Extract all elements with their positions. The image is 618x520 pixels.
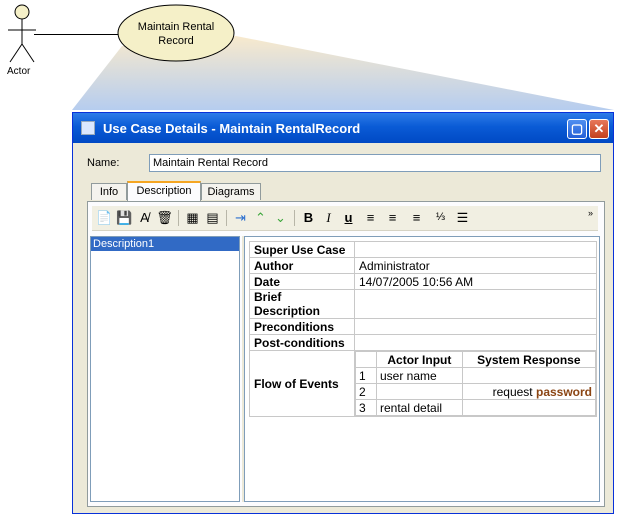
align-right-icon[interactable]: ≡ <box>408 209 425 226</box>
system-response-cell[interactable]: request password <box>461 383 597 400</box>
use-case-details-window: Use Case Details - Maintain RentalRecord… <box>72 112 614 514</box>
association-line <box>34 34 118 35</box>
author-value[interactable]: Administrator <box>354 257 597 274</box>
author-label: Author <box>249 257 355 274</box>
tab-description[interactable]: Description <box>127 181 201 201</box>
save-icon[interactable]: 💾 <box>116 209 133 226</box>
new-doc-icon[interactable]: 📄 <box>96 209 113 226</box>
details-table: Super Use Case Author Administrator Date… <box>249 241 597 417</box>
tab-info[interactable]: Info <box>91 183 127 200</box>
bullet-list-icon[interactable]: ☰ <box>454 209 471 226</box>
toolbar-separator <box>226 210 227 226</box>
preconditions-label: Preconditions <box>249 318 355 335</box>
step-number: 1 <box>355 367 377 384</box>
brief-description-label: Brief Description <box>249 289 355 319</box>
bold-icon[interactable]: B <box>300 209 317 226</box>
list-item[interactable]: Description1 <box>91 237 239 251</box>
delete-icon[interactable]: 🗑 <box>156 209 173 226</box>
step-number: 2 <box>355 383 377 400</box>
insert-row-icon[interactable]: ⇥ <box>232 209 249 226</box>
flow-table: Actor Input System Response 1 user name … <box>355 351 597 416</box>
close-button[interactable]: ✕ <box>589 119 609 139</box>
italic-icon[interactable]: I <box>320 209 337 226</box>
response-text: request <box>492 384 533 399</box>
postconditions-value[interactable] <box>354 334 597 351</box>
description-panel: 📄 💾 A̸ 🗑 ▦ ▤ ⇥ ⌃ ⌄ B I u ≡ ≡ ≡ ⅓ ☰ » Des… <box>87 201 605 507</box>
insert-table-icon[interactable]: ▦ <box>184 209 201 226</box>
system-response-header: System Response <box>461 351 597 368</box>
spell-check-icon[interactable]: A̸ <box>136 209 153 226</box>
move-down-icon[interactable]: ⌄ <box>272 209 289 226</box>
super-use-case-label: Super Use Case <box>249 241 355 258</box>
align-center-icon[interactable]: ≡ <box>384 209 401 226</box>
system-response-cell[interactable] <box>461 399 597 416</box>
actor-input-cell[interactable] <box>376 383 463 400</box>
flow-header-number <box>355 351 377 368</box>
name-input[interactable]: Maintain Rental Record <box>149 154 601 172</box>
usecase-name: Maintain Rental Record <box>137 21 215 47</box>
maximize-button[interactable]: ▢ <box>567 119 587 139</box>
step-number: 3 <box>355 399 377 416</box>
editor-toolbar: 📄 💾 A̸ 🗑 ▦ ▤ ⇥ ⌃ ⌄ B I u ≡ ≡ ≡ ⅓ ☰ » <box>92 206 598 231</box>
toolbar-separator <box>294 210 295 226</box>
window-title: Use Case Details - Maintain RentalRecord <box>103 121 361 136</box>
system-response-cell[interactable] <box>461 367 597 384</box>
table-grid-icon[interactable]: ▤ <box>204 209 221 226</box>
description-list[interactable]: Description1 <box>90 236 240 502</box>
preconditions-value[interactable] <box>354 318 597 335</box>
tab-diagrams[interactable]: Diagrams <box>201 183 261 200</box>
highlighted-word: password <box>535 384 592 399</box>
table-row: 3 rental detail <box>355 399 597 416</box>
date-value[interactable]: 14/07/2005 10:56 AM <box>354 273 597 290</box>
actor-input-cell[interactable]: rental detail <box>376 399 463 416</box>
postconditions-label: Post-conditions <box>249 334 355 351</box>
align-left-icon[interactable]: ≡ <box>362 209 379 226</box>
super-use-case-value[interactable] <box>354 241 597 258</box>
brief-description-value[interactable] <box>354 289 597 319</box>
actor-icon[interactable] <box>6 4 38 66</box>
numbered-list-icon[interactable]: ⅓ <box>432 209 449 226</box>
table-row: 2 request password <box>355 383 597 400</box>
name-label: Name: <box>87 157 120 169</box>
actor-input-header: Actor Input <box>376 351 463 368</box>
underline-icon[interactable]: u <box>340 209 357 226</box>
actor-input-cell[interactable]: user name <box>376 367 463 384</box>
move-up-icon[interactable]: ⌃ <box>252 209 269 226</box>
flow-of-events-label: Flow of Events <box>249 350 355 417</box>
date-label: Date <box>249 273 355 290</box>
description-editor[interactable]: Super Use Case Author Administrator Date… <box>244 236 600 502</box>
table-row: 1 user name <box>355 367 597 384</box>
toolbar-overflow-icon[interactable]: » <box>582 209 599 226</box>
toolbar-separator <box>178 210 179 226</box>
title-bar[interactable]: Use Case Details - Maintain RentalRecord… <box>73 113 613 143</box>
window-icon <box>81 121 95 135</box>
actor-label: Actor <box>7 66 31 77</box>
flow-of-events-cell: Actor Input System Response 1 user name … <box>354 350 597 417</box>
